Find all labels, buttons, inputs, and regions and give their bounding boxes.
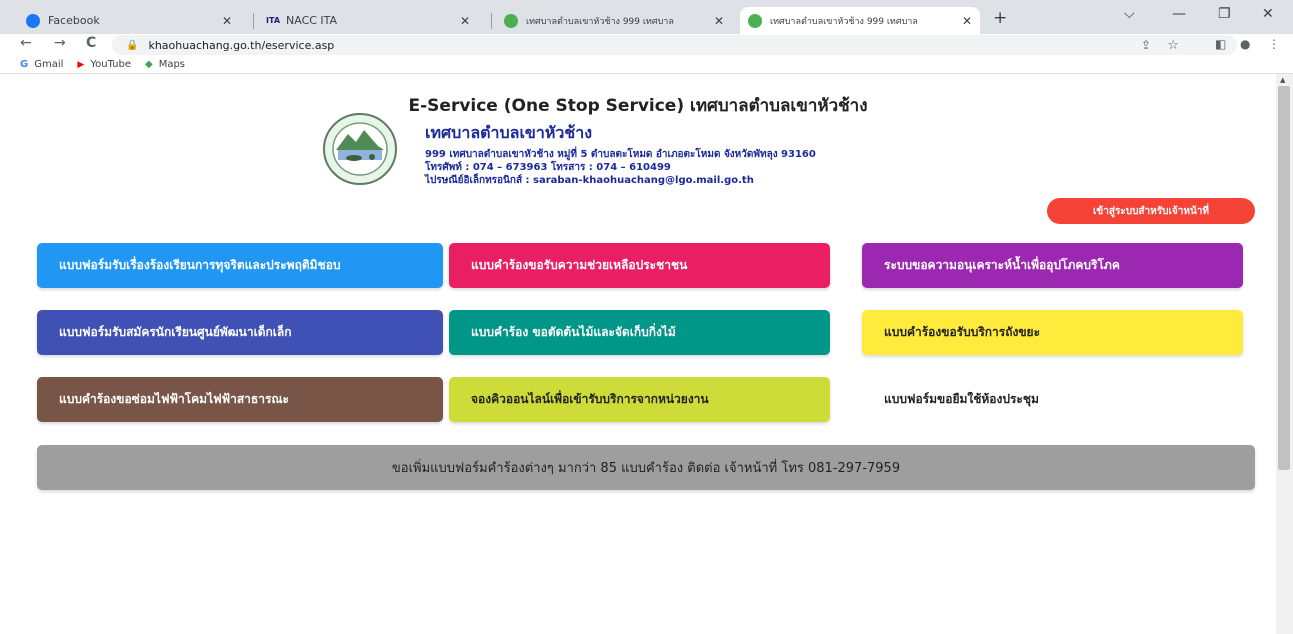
tab-facebook[interactable]: Facebook ✕	[18, 7, 240, 34]
browser-tab-strip: Facebook ✕ ITA NACC ITA ✕ เทศบาลตำบลเขาห…	[0, 0, 1293, 34]
service-tree-cutting-button[interactable]: แบบคำร้อง ขอตัดต้นไม้และจัดเก็บกิ่งไม้	[449, 310, 830, 355]
back-button[interactable]: ←	[20, 35, 32, 51]
tab-title: เทศบาลตำบลเขาหัวช้าง 999 เทศบาล	[770, 16, 918, 27]
staff-login-button[interactable]: เข้าสู่ระบบสำหรับเจ้าหน้าที่	[1047, 198, 1255, 224]
org-name: เทศบาลตำบลเขาหัวช้าง	[425, 123, 593, 142]
reload-button[interactable]: C	[86, 35, 96, 51]
service-trash-bin-button[interactable]: แบบคำร้องขอรับบริการถังขยะ	[862, 310, 1243, 355]
maps-icon: ◆	[145, 59, 153, 70]
bookmark-label: Maps	[158, 59, 186, 70]
service-childcare-enrollment-button[interactable]: แบบฟอร์มรับสมัครนักเรียนศูนย์พัฒนาเด็กเล…	[37, 310, 443, 355]
share-icon[interactable]: ⇪	[1141, 38, 1151, 52]
forward-button[interactable]: →	[54, 35, 66, 51]
service-streetlight-repair-button[interactable]: แบบคำร้องขอซ่อมไฟฟ้าโคมไฟฟ้าสาธารณะ	[37, 377, 443, 422]
org-email: ไปรษณีย์อิเล็กทรอนิกส์ : saraban-khaohua…	[425, 175, 754, 186]
tab-title: Facebook	[48, 14, 100, 27]
bookmark-youtube[interactable]: ▶ YouTube	[77, 59, 131, 70]
gmail-icon: G	[20, 59, 29, 70]
service-meeting-room-button[interactable]: แบบฟอร์มขอยืมใช้ห้องประชุม	[862, 377, 1243, 422]
tab-close-icon[interactable]: ✕	[962, 14, 972, 28]
scrollbar-thumb[interactable]	[1278, 86, 1290, 470]
scroll-up-arrow-icon[interactable]: ▲	[1280, 76, 1285, 84]
page-title: E-Service (One Stop Service) เทศบาลตำบลเ…	[408, 96, 868, 116]
youtube-icon: ▶	[77, 59, 85, 70]
more-forms-contact-bar[interactable]: ขอเพิ่มแบบฟอร์มคำร้องต่างๆ มากว่า 85 แบบ…	[37, 445, 1255, 490]
bookmark-star-icon[interactable]: ☆	[1167, 38, 1179, 53]
service-online-queue-button[interactable]: จองคิวออนไลน์เพื่อเข้ารับบริการจากหน่วยง…	[449, 377, 830, 422]
close-window-button[interactable]: ✕	[1262, 6, 1274, 22]
url-text[interactable]: khaohuachang.go.th/eservice.asp	[148, 39, 334, 52]
service-public-assistance-button[interactable]: แบบคำร้องขอรับความช่วยเหลือประชาชน	[449, 243, 830, 288]
tab-title: NACC ITA	[286, 14, 338, 27]
tab-title: เทศบาลตำบลเขาหัวช้าง 999 เทศบาล	[526, 16, 674, 27]
bookmark-label: YouTube	[90, 59, 131, 70]
tab-khaohuachang-1[interactable]: เทศบาลตำบลเขาหัวช้าง 999 เทศบาล ✕	[496, 7, 732, 34]
bookmark-maps[interactable]: ◆ Maps	[145, 59, 185, 70]
lock-icon[interactable]: 🔒	[126, 40, 138, 51]
tab-divider	[253, 13, 254, 29]
facebook-icon	[26, 13, 40, 28]
tab-close-icon[interactable]: ✕	[714, 14, 724, 28]
site-logo-icon	[748, 13, 762, 28]
ita-icon: ITA	[266, 16, 281, 25]
bookmark-gmail[interactable]: G Gmail	[20, 59, 63, 70]
tab-search-icon[interactable]: ⌵	[1124, 6, 1135, 22]
address-bar[interactable]: 🔒 khaohuachang.go.th/eservice.asp ⇪ ☆	[112, 35, 1237, 55]
tab-close-icon[interactable]: ✕	[222, 14, 232, 28]
new-tab-button[interactable]: +	[993, 8, 1007, 28]
tab-nacc-ita[interactable]: ITA NACC ITA ✕	[258, 7, 478, 34]
tab-khaohuachang-active[interactable]: เทศบาลตำบลเขาหัวช้าง 999 เทศบาล ✕	[740, 7, 980, 34]
bookmark-label: Gmail	[34, 59, 64, 70]
bookmarks-bar: G Gmail ▶ YouTube ◆ Maps	[0, 56, 1293, 74]
toolbar: ← → C 🔒 khaohuachang.go.th/eservice.asp …	[0, 34, 1293, 56]
restore-button[interactable]: ❐	[1218, 6, 1231, 22]
municipality-seal-logo	[323, 113, 397, 185]
side-panel-icon[interactable]: ◧	[1215, 37, 1226, 51]
tab-divider	[491, 13, 492, 29]
service-water-request-button[interactable]: ระบบขอความอนุเคราะห์น้ำเพื่ออุปโภคบริโภค	[862, 243, 1243, 288]
site-logo-icon	[504, 13, 518, 28]
profile-avatar-icon[interactable]: ●	[1240, 37, 1250, 51]
tab-close-icon[interactable]: ✕	[460, 14, 470, 28]
service-corruption-complaint-button[interactable]: แบบฟอร์มรับเรื่องร้องเรียนการทุจริตและปร…	[37, 243, 443, 288]
menu-kebab-icon[interactable]: ⋮	[1268, 37, 1280, 51]
minimize-button[interactable]: —	[1172, 6, 1186, 22]
